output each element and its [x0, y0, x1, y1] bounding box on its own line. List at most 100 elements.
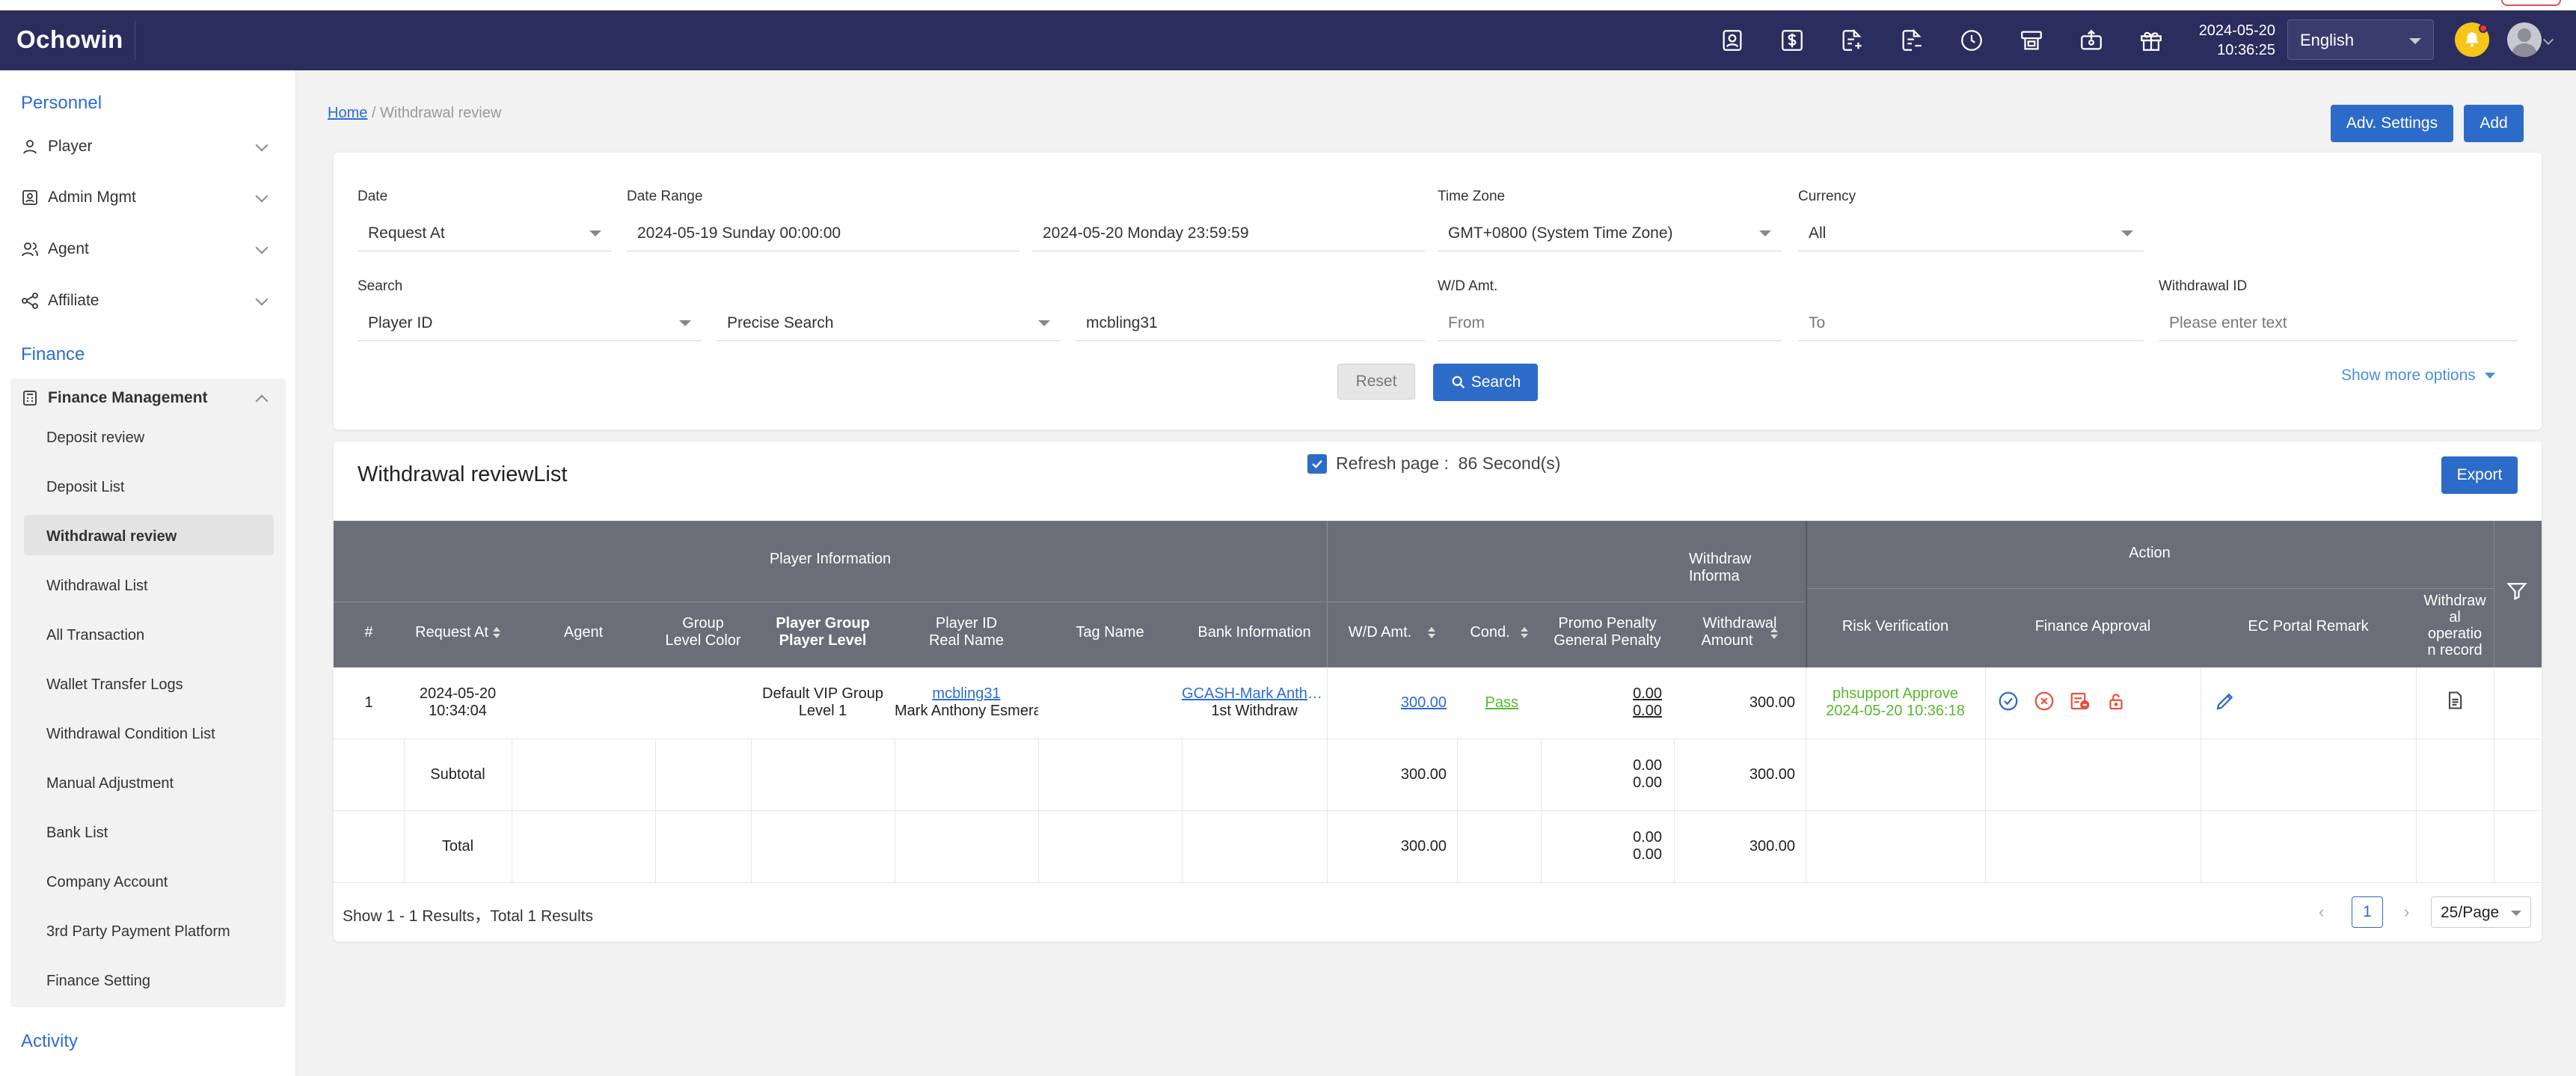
col-label: Player Level: [779, 632, 867, 649]
language-select[interactable]: English: [2287, 19, 2434, 60]
col-condition[interactable]: Cond.: [1457, 624, 1541, 641]
gift-icon[interactable]: [2138, 27, 2165, 54]
sidebar-sub-bank-list[interactable]: Bank List: [46, 825, 108, 842]
search-button[interactable]: Search: [1433, 364, 1538, 401]
filter-icon[interactable]: [2506, 579, 2528, 606]
page-1-button[interactable]: 1: [2352, 896, 2383, 928]
approve-icon[interactable]: [1997, 690, 2020, 717]
sort-icon[interactable]: [1770, 627, 1779, 640]
agent-icon: [21, 239, 40, 259]
show-more-options-link[interactable]: Show more options: [2341, 367, 2495, 385]
withdrawal-id-label: Withdrawal ID: [2159, 278, 2248, 294]
avatar-chevron-icon[interactable]: [2542, 34, 2554, 46]
date-range-end-input[interactable]: 2024-05-20 Monday 23:59:59: [1032, 214, 1426, 251]
sidebar-item-finance-management[interactable]: Finance Management: [21, 383, 275, 413]
player-id-link[interactable]: mcbling31: [895, 685, 1038, 703]
wd-amount-from-input[interactable]: From: [1438, 304, 1782, 341]
cashier-icon[interactable]: [2018, 27, 2045, 54]
sidebar-sub-3rd-party-payment[interactable]: 3rd Party Payment Platform: [46, 923, 230, 941]
col-bank-information: Bank Information: [1197, 624, 1311, 641]
clock-icon[interactable]: [1958, 27, 1985, 54]
sort-icon[interactable]: [1428, 626, 1436, 639]
col-wd-amount[interactable]: W/D Amt.: [1327, 624, 1457, 641]
sidebar-item-label: Player: [48, 138, 93, 155]
col-request-at[interactable]: Request At: [404, 624, 512, 641]
app-logo[interactable]: Ochowin: [16, 25, 123, 54]
refresh-label: Refresh page :: [1336, 453, 1449, 473]
add-button[interactable]: Add: [2464, 105, 2524, 142]
promo-penalty-value[interactable]: 0.00: [1541, 685, 1662, 703]
adv-settings-button[interactable]: Adv. Settings: [2331, 105, 2453, 142]
edit-remark-icon[interactable]: [2214, 690, 2236, 717]
general-penalty-value[interactable]: 0.00: [1541, 703, 1662, 720]
condition-pass-link[interactable]: Pass: [1485, 694, 1518, 711]
member-card-icon[interactable]: [1719, 27, 1746, 54]
dollar-icon[interactable]: [1779, 27, 1806, 54]
unlock-icon[interactable]: [2105, 690, 2127, 717]
sidebar-sub-manual-adjustment[interactable]: Manual Adjustment: [46, 775, 174, 792]
col-withdrawal-amount[interactable]: Withdrawal Amount: [1674, 615, 1806, 649]
date-type-select[interactable]: Request At: [358, 214, 612, 251]
prev-page-icon[interactable]: ‹: [2319, 902, 2324, 922]
sidebar-sub-all-transaction[interactable]: All Transaction: [46, 627, 144, 644]
col-request-at-label: Request At: [415, 624, 488, 641]
block-payment-icon[interactable]: [2069, 690, 2091, 717]
risk-approver: phsupport Approve: [1833, 685, 1958, 702]
cell-real-name: Mark Anthony Esmeralda: [895, 703, 1038, 719]
sidebar-sub-deposit-list[interactable]: Deposit List: [46, 479, 125, 496]
col-label: Group: [682, 615, 724, 632]
col-label: Promo Penalty: [1558, 615, 1657, 632]
sidebar-sub-withdrawal-list[interactable]: Withdrawal List: [46, 578, 148, 595]
export-button[interactable]: Export: [2441, 456, 2518, 494]
date-range-label: Date Range: [627, 189, 703, 204]
col-tag-name: Tag Name: [1076, 624, 1144, 641]
group-withdraw-information: Withdraw Informa: [1689, 551, 1752, 584]
cell-withdrawal-amount: 300.00: [1749, 694, 1795, 711]
currency-label: Currency: [1798, 189, 1856, 204]
header-date: 2024-05-20: [2198, 22, 2275, 39]
search-input[interactable]: mcbling31: [1076, 304, 1426, 341]
deposit-box-icon[interactable]: [2078, 27, 2105, 54]
withdrawal-id-input[interactable]: Please enter text: [2159, 304, 2518, 341]
sidebar-sub-company-account[interactable]: Company Account: [46, 874, 168, 891]
date-label: Date: [358, 189, 388, 204]
sidebar-item-agent[interactable]: Agent: [21, 234, 275, 264]
sidebar-sub-wallet-transfer-logs[interactable]: Wallet Transfer Logs: [46, 676, 183, 694]
bank-info-link[interactable]: GCASH-Mark Anthony: [1182, 685, 1327, 703]
breadcrumb-home-link[interactable]: Home: [328, 105, 367, 121]
next-page-icon[interactable]: ›: [2404, 902, 2409, 922]
report-plus-icon[interactable]: [1839, 27, 1865, 54]
sidebar-sub-withdrawal-review[interactable]: Withdrawal review: [46, 528, 177, 545]
time-zone-select[interactable]: GMT+0800 (System Time Zone): [1438, 214, 1782, 251]
sidebar-sub-finance-setting[interactable]: Finance Setting: [46, 973, 150, 990]
wd-amount-link[interactable]: 300.00: [1401, 694, 1447, 711]
sidebar-sub-deposit-review[interactable]: Deposit review: [46, 430, 144, 447]
notification-dot: [2479, 24, 2488, 33]
refresh-toggle[interactable]: Refresh page : 86 Second(s): [1307, 453, 1560, 474]
page-size-select[interactable]: 25/Page: [2431, 896, 2531, 928]
operation-record-icon[interactable]: [2444, 690, 2465, 715]
refresh-seconds: 86 Second(s): [1458, 453, 1561, 473]
reject-icon[interactable]: [2033, 690, 2055, 717]
bell-icon[interactable]: [2455, 22, 2489, 57]
sort-icon[interactable]: [492, 626, 500, 639]
sort-icon[interactable]: [1520, 626, 1528, 639]
col-condition-label: Cond.: [1470, 624, 1510, 641]
page-size-value: 25/Page: [2441, 904, 2500, 921]
top-red-button[interactable]: [2501, 0, 2561, 6]
search-mode-select[interactable]: Precise Search: [717, 304, 1061, 341]
sidebar-item-player[interactable]: Player: [21, 132, 275, 162]
avatar[interactable]: [2507, 22, 2542, 57]
date-range-start-input[interactable]: 2024-05-19 Sunday 00:00:00: [627, 214, 1020, 251]
report-minus-icon[interactable]: [1898, 27, 1925, 54]
sidebar-item-affiliate[interactable]: Affiliate: [21, 286, 275, 316]
wd-amount-to-input[interactable]: To: [1798, 304, 2144, 341]
subtotal-general: 0.00: [1633, 774, 1662, 791]
sidebar-item-admin-mgmt[interactable]: Admin Mgmt: [21, 183, 275, 213]
reset-button[interactable]: Reset: [1337, 364, 1415, 400]
search-field-value: Player ID: [368, 314, 433, 331]
currency-select[interactable]: All: [1798, 214, 2144, 251]
search-field-select[interactable]: Player ID: [358, 304, 702, 341]
sidebar-sub-withdrawal-condition-list[interactable]: Withdrawal Condition List: [46, 726, 215, 743]
refresh-checkbox[interactable]: [1307, 453, 1327, 474]
